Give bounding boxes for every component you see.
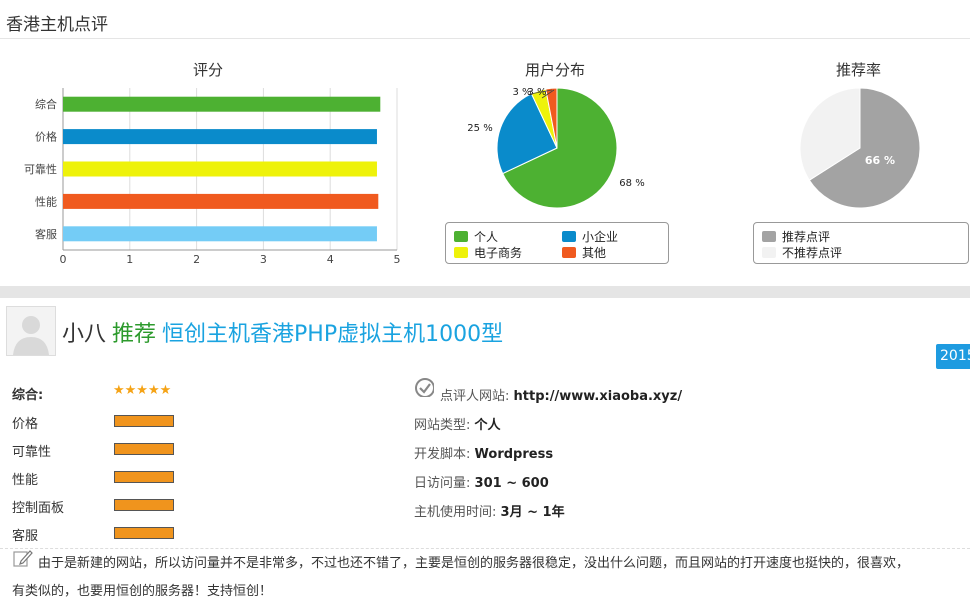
rating-bar-reliability [114,443,174,455]
visits-value: 301 ~ 600 [474,476,549,491]
page-title: 香港主机点评 [6,15,108,35]
site-type-row: 网站类型: 个人 [414,414,501,433]
users-chart-title: 用户分布 [525,61,586,79]
pie-data-label: 68 % [619,178,644,189]
x-tick-label: 4 [327,253,334,266]
site-label: 点评人网站: [440,389,510,404]
daily-visits-row: 日访问量: 301 ~ 600 [414,472,549,491]
y-tick-label: 客服 [35,227,57,241]
script-value: Wordpress [474,447,554,462]
recommend-chart-title: 推荐率 [836,61,882,79]
duration-label: 主机使用时间: [414,505,497,520]
x-tick-label: 5 [394,253,401,266]
title-divider [0,38,970,39]
recommend-tag: 推荐 [112,322,157,347]
legend-label: 推荐点评 [782,230,831,244]
section-separator [0,286,970,298]
user-distribution-pie: 68 %25 %3 %3 % [467,87,645,209]
x-tick-label: 1 [126,253,133,266]
verified-check-icon [415,378,434,397]
legend-label: 小企业 [582,230,619,244]
rating-label-reliability: 可靠性 [12,445,52,460]
legend-item-small-business: 小企业 [562,228,618,245]
rating-label-support: 客服 [12,529,39,544]
legend-item-personal: 个人 [454,228,498,245]
overall-label: 综合: [12,388,44,403]
legend-swatch [762,247,776,258]
legend-label: 不推荐点评 [782,246,843,260]
legend-label: 其他 [582,246,607,260]
review-heading: 小八 推荐 恒创主机香港PHP虚拟主机1000型 [62,316,503,348]
rating-label-price: 价格 [12,417,39,432]
reviewer-site-row: 点评人网站: http://www.xiaoba.xyz/ [440,385,682,404]
legend-item-recommend: 推荐点评 [762,228,830,245]
site-link[interactable]: http://www.xiaoba.xyz/ [514,389,683,404]
avatar[interactable] [6,306,56,356]
bar [63,226,377,242]
rating-bar-performance [114,471,174,483]
script-label: 开发脚本: [414,447,471,462]
x-tick-label: 3 [260,253,267,266]
score-bar-chart: 0 1 2 3 4 5 综合价格可靠性性能客服 [24,88,401,266]
legend-swatch [454,247,468,258]
x-tick-label: 2 [193,253,200,266]
bar [63,96,381,112]
rating-label-control-panel: 控制面板 [12,501,65,516]
rating-bar-price [114,415,174,427]
user-silhouette-icon [13,316,49,355]
legend-item-ecommerce: 电子商务 [454,244,522,261]
legend-swatch [562,247,576,258]
legend-swatch [762,231,776,242]
reviewer-name[interactable]: 小八 [62,322,106,347]
y-tick-label: 性能 [35,194,57,208]
legend-label: 个人 [474,230,499,244]
bar [63,129,377,145]
y-tick-label: 可靠性 [24,162,57,176]
bar [63,193,379,209]
rating-label-performance: 性能 [12,473,39,488]
duration-value: 3月 ~ 1年 [500,505,565,520]
y-tick-label: 价格 [35,130,57,144]
legend-item-not-recommend: 不推荐点评 [762,244,842,261]
recommend-legend: 推荐点评 不推荐点评 [753,222,969,264]
type-label: 网站类型: [414,418,471,433]
usage-duration-row: 主机使用时间: 3月 ~ 1年 [414,501,565,520]
legend-label: 电子商务 [474,246,523,260]
legend-item-other: 其他 [562,244,606,261]
legend-swatch [454,231,468,242]
visits-label: 日访问量: [414,476,471,491]
dev-script-row: 开发脚本: Wordpress [414,443,553,462]
overall-stars: ★★★★★ [113,383,172,398]
rating-bar-support [114,527,174,539]
edit-note-icon [13,550,33,567]
legend-swatch [562,231,576,242]
pie-data-label: 25 % [467,123,492,134]
pie-data-label: 66 % [865,154,895,167]
comment-divider [0,548,970,549]
score-chart-title: 评分 [193,61,224,79]
rating-bar-control-panel [114,499,174,511]
host-product-link[interactable]: 恒创主机香港PHP虚拟主机1000型 [162,322,503,347]
y-tick-label: 综合 [35,97,57,111]
review-comment: 由于是新建的网站，所以访问量并不是非常多，不过也还不错了，主要是恒创的服务器很稳… [38,556,910,571]
recommend-rate-pie: 66 % [799,87,921,209]
x-tick-label: 0 [60,253,67,266]
type-value: 个人 [474,418,501,433]
users-legend: 个人 小企业 电子商务 其他 [445,222,669,264]
bar [63,161,377,177]
date-badge: 2015 [936,344,970,369]
